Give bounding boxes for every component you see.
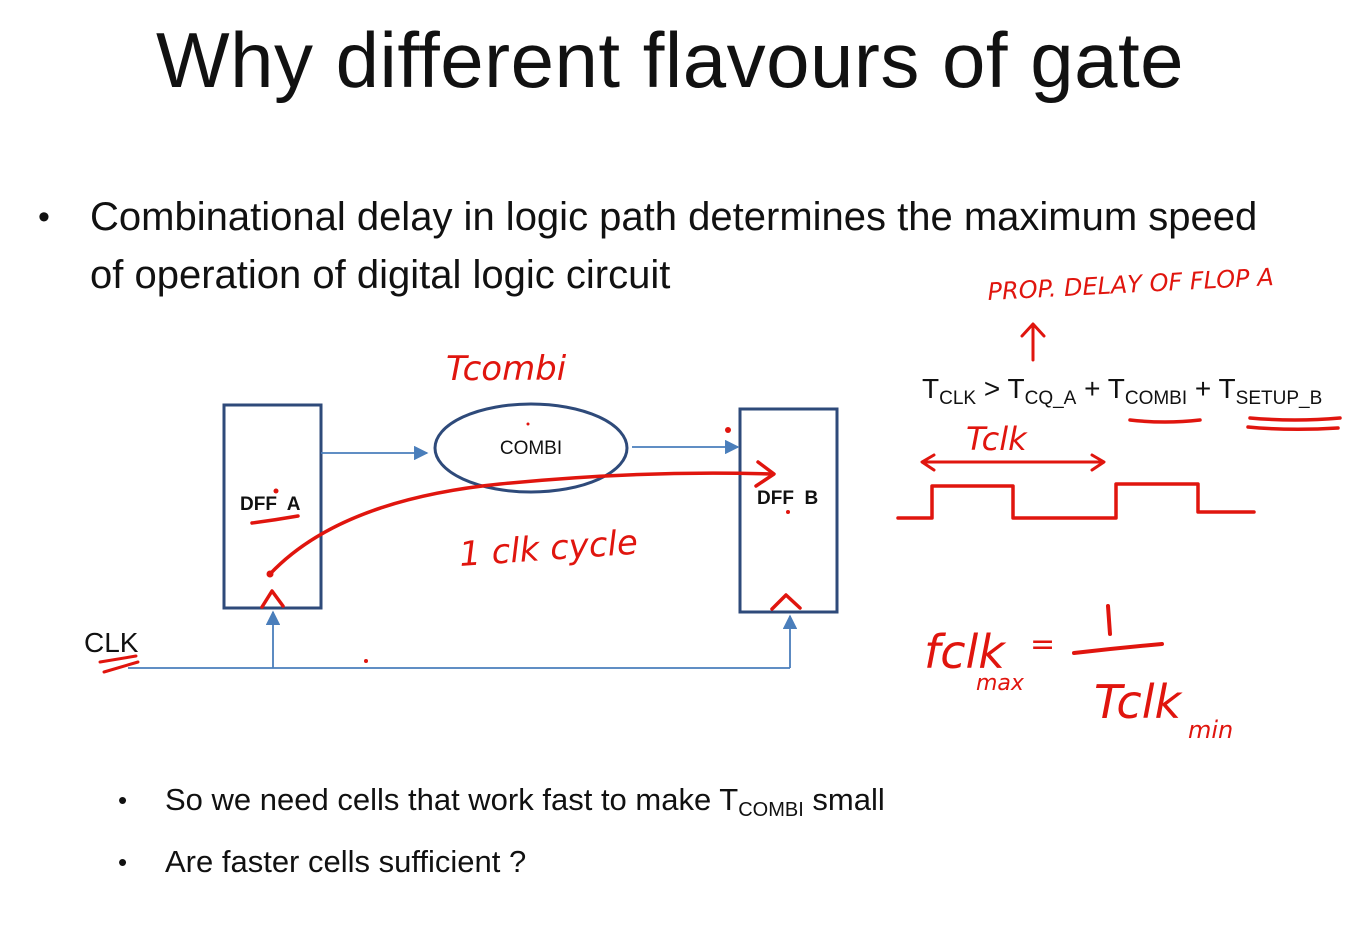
tclk-min-note: Tclk [1094, 675, 1183, 729]
ink-dot-a [273, 488, 279, 494]
numerator-one [1106, 604, 1112, 636]
tclk-note: Tclk [966, 420, 1028, 458]
fraction-bar [1072, 642, 1164, 655]
ink-dot-wire [364, 659, 368, 663]
tcombi-note: Tcombi [446, 349, 567, 389]
start-dot [266, 570, 274, 578]
clk-underline [98, 654, 140, 674]
min-note: min [1188, 716, 1233, 744]
combi-label: COMBI [500, 438, 562, 459]
dff-a-label: DFF A [240, 494, 301, 515]
tcombi-underline [1128, 418, 1202, 424]
ink-dot-b [725, 427, 731, 433]
equals-note: = [1030, 627, 1055, 662]
timing-equation: TCLK > TCQ_A + TCOMBI + TSETUP_B [922, 373, 1322, 409]
circuit-diagram: DFF A DFF B COMBI CLK TCLK > TCQ_A + TCO… [84, 263, 1342, 744]
max-note: max [976, 671, 1025, 696]
prop-delay-arrow [1020, 322, 1046, 362]
clk-label: CLK [84, 627, 139, 658]
tsetup-underline [1246, 416, 1342, 432]
one-clk-cycle-note: 1 clk cycle [458, 523, 639, 575]
ink-dot-b2 [786, 510, 790, 514]
ink-dot-combi [526, 422, 530, 426]
prop-delay-note: PROP. DELAY OF FLOP A [987, 263, 1274, 306]
dff-b-label: DFF B [757, 488, 818, 509]
clock-waveform [896, 482, 1256, 520]
